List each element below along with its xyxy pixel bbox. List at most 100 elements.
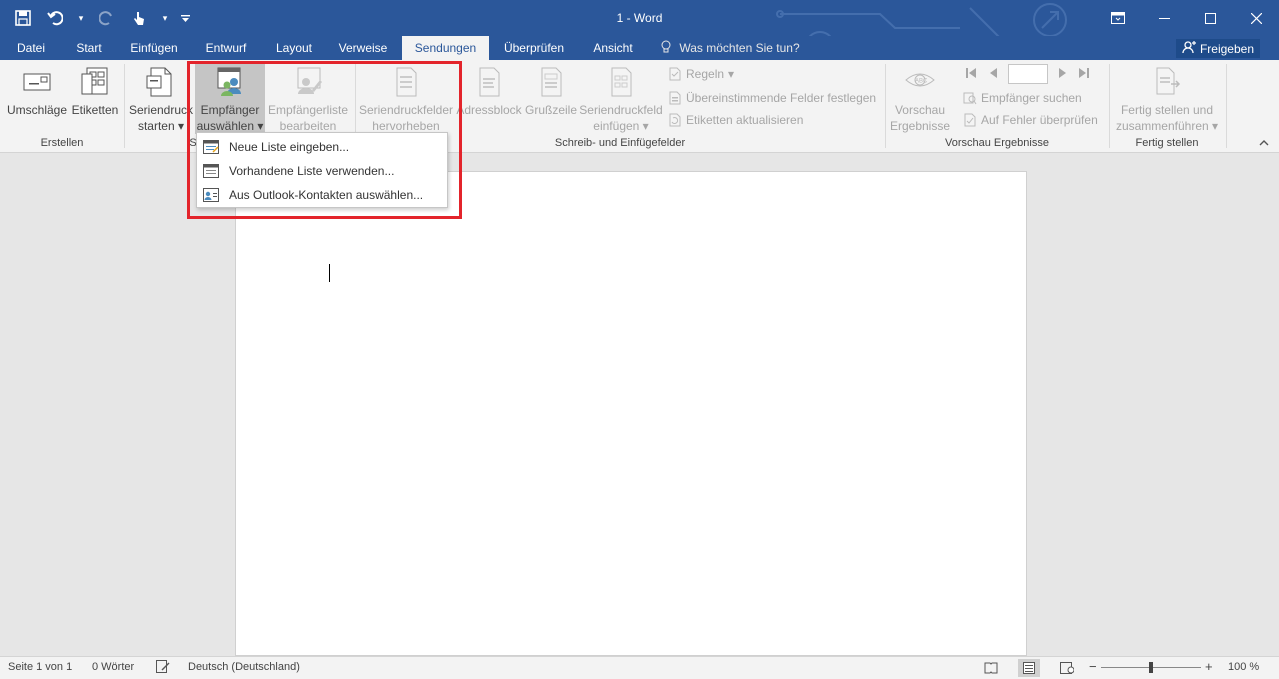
svg-text:ABC: ABC xyxy=(915,79,928,85)
document-area[interactable] xyxy=(0,153,1279,656)
collapse-ribbon-icon[interactable] xyxy=(1259,138,1269,149)
print-layout-icon[interactable] xyxy=(1018,659,1040,677)
umschlaege-button[interactable]: Umschläge xyxy=(6,62,68,134)
einfuegen-label-2: einfügen xyxy=(593,119,640,133)
share-label: Freigeben xyxy=(1199,41,1255,56)
dropdown-arrow-icon: ▾ xyxy=(639,119,649,133)
fertig-label-1: Fertig stellen und xyxy=(1120,103,1214,117)
einfuegen-label-1: Seriendruckfeld xyxy=(579,103,663,117)
greeting-line-icon xyxy=(541,67,562,97)
regeln-label: Regeln xyxy=(686,67,725,81)
status-bar: Seite 1 von 1 0 Wörter Deutsch (Deutschl… xyxy=(0,656,1279,679)
empfaenger-suchen-button[interactable]: Empfänger suchen xyxy=(963,88,1082,108)
vorschau-label-1: Vorschau xyxy=(894,103,946,117)
group-separator xyxy=(124,64,125,148)
highlight-annotation-box xyxy=(187,61,462,219)
group-label-erstellen: Erstellen xyxy=(40,137,84,149)
group-separator xyxy=(1226,64,1227,148)
seriendruck-label-2: starten xyxy=(137,119,175,133)
update-labels-icon xyxy=(669,113,681,127)
empfaenger-suchen-label: Empfänger suchen xyxy=(981,91,1082,105)
dropdown-arrow-icon: ▾ xyxy=(174,119,185,133)
finish-merge-icon xyxy=(1156,67,1181,95)
dropdown-arrow-icon: ▾ xyxy=(1208,119,1219,133)
word-count[interactable]: 0 Wörter xyxy=(92,661,134,673)
group-label-felder: Schreib- und Einfügefelder xyxy=(554,137,686,149)
envelope-icon xyxy=(23,73,51,91)
etiketten-label: Etiketten xyxy=(71,103,119,117)
maximize-icon[interactable] xyxy=(1187,0,1233,36)
tab-datei[interactable]: Datei xyxy=(8,36,54,60)
seriendruck-starten-button[interactable]: Seriendruck starten ▾ xyxy=(128,62,194,134)
zoom-in-icon[interactable]: + xyxy=(1205,659,1213,674)
match-fields-icon xyxy=(669,91,681,105)
document-page[interactable] xyxy=(235,171,1027,656)
etiketten-button[interactable]: Etiketten xyxy=(70,62,120,134)
last-record-icon[interactable] xyxy=(1078,67,1090,82)
group-label-vorschau: Vorschau Ergebnisse xyxy=(945,137,1049,149)
zoom-level[interactable]: 100 % xyxy=(1228,661,1259,673)
fertig-stellen-button[interactable]: Fertig stellen und zusammenführen ▾ xyxy=(1112,62,1222,134)
vorschau-ergebnisse-button[interactable]: ABC Vorschau Ergebnisse xyxy=(888,62,952,134)
ribbon-tabs: Datei Start Einfügen Entwurf Layout Verw… xyxy=(0,36,1279,60)
auf-fehler-ueberpruefen-button[interactable]: Auf Fehler überprüfen xyxy=(963,110,1098,130)
group-separator xyxy=(885,64,886,148)
tell-me-text: Was möchten Sie tun? xyxy=(679,41,800,55)
tab-entwurf[interactable]: Entwurf xyxy=(196,36,256,60)
title-bar: ▾ ▾ 1 - Word xyxy=(0,0,1279,60)
read-mode-icon[interactable] xyxy=(980,659,1002,677)
web-layout-icon[interactable] xyxy=(1056,659,1078,677)
zoom-slider-thumb[interactable] xyxy=(1149,662,1153,673)
labels-icon xyxy=(81,67,108,95)
group-separator xyxy=(1109,64,1110,148)
tab-verweise[interactable]: Verweise xyxy=(332,36,394,60)
vorschau-label-2: Ergebnisse xyxy=(889,119,951,133)
regeln-button[interactable]: Regeln ▾ xyxy=(668,64,734,84)
felder-festlegen-label: Übereinstimmende Felder festlegen xyxy=(686,91,877,105)
etiketten-aktualisieren-button[interactable]: Etiketten aktualisieren xyxy=(668,110,803,130)
zoom-out-icon[interactable]: − xyxy=(1089,659,1097,674)
rules-icon xyxy=(669,67,681,81)
tab-start[interactable]: Start xyxy=(66,36,112,60)
previous-record-icon[interactable] xyxy=(988,67,998,82)
preview-results-icon: ABC xyxy=(905,73,935,87)
tab-layout[interactable]: Layout xyxy=(266,36,322,60)
minimize-icon[interactable] xyxy=(1141,0,1187,36)
language-indicator[interactable]: Deutsch (Deutschland) xyxy=(188,661,300,673)
page-count[interactable]: Seite 1 von 1 xyxy=(8,661,72,673)
window-controls xyxy=(1095,0,1279,36)
tab-einfuegen[interactable]: Einfügen xyxy=(120,36,188,60)
first-record-icon[interactable] xyxy=(965,67,977,82)
felder-festlegen-button[interactable]: Übereinstimmende Felder festlegen xyxy=(668,88,876,108)
text-cursor xyxy=(329,264,330,282)
share-button[interactable]: Freigeben xyxy=(1175,38,1261,59)
proofing-icon[interactable] xyxy=(156,660,170,676)
grusszeile-label: Grußzeile xyxy=(524,103,577,117)
tab-sendungen[interactable]: Sendungen xyxy=(402,36,489,60)
grusszeile-button[interactable]: Grußzeile xyxy=(524,62,578,134)
seriendruckfeld-einfuegen-button[interactable]: Seriendruckfeld einfügen ▾ xyxy=(578,62,664,134)
address-block-icon xyxy=(479,67,500,97)
record-number-input[interactable] xyxy=(1008,64,1048,84)
fertig-label-2: zusammenführen xyxy=(1115,119,1209,133)
find-recipient-icon xyxy=(963,92,977,105)
tell-me-box[interactable]: Was möchten Sie tun? xyxy=(660,36,800,60)
umschlaege-label: Umschläge xyxy=(6,103,68,117)
adressblock-label: Adressblock xyxy=(456,103,522,117)
adressblock-button[interactable]: Adressblock xyxy=(456,62,522,134)
close-icon[interactable] xyxy=(1233,0,1279,36)
document-start-merge-icon xyxy=(146,67,172,97)
next-record-icon[interactable] xyxy=(1058,67,1068,82)
ribbon-display-options-icon[interactable] xyxy=(1095,0,1141,36)
insert-merge-field-icon xyxy=(611,67,632,97)
tab-ueberpruefen[interactable]: Überprüfen xyxy=(497,36,571,60)
dropdown-arrow-icon: ▾ xyxy=(728,67,735,81)
seriendruck-label-1: Seriendruck xyxy=(128,103,194,117)
lightbulb-icon xyxy=(660,40,679,55)
window-title: 1 - Word xyxy=(616,11,663,25)
share-person-icon xyxy=(1182,40,1196,57)
check-errors-icon xyxy=(964,113,976,127)
tab-ansicht[interactable]: Ansicht xyxy=(583,36,643,60)
auf-fehler-label: Auf Fehler überprüfen xyxy=(981,113,1098,127)
group-label-fertig: Fertig stellen xyxy=(1135,137,1199,149)
